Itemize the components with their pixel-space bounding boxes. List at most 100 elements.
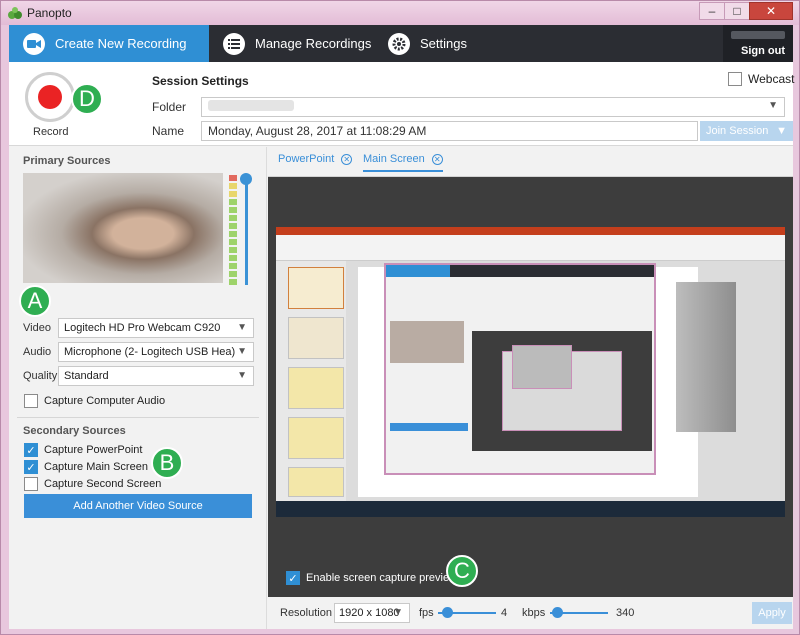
preview-panel: PowerPoint ✕ Main Screen ✕ ✓ Enable scre…: [268, 147, 793, 629]
captured-taskbar: [276, 501, 785, 517]
enable-preview-option[interactable]: ✓ Enable screen capture preview: [286, 571, 457, 585]
capture-second-screen-checkbox[interactable]: [24, 477, 38, 491]
tab-main-screen[interactable]: Main Screen ✕: [363, 153, 443, 172]
top-nav: Create New Recording Manage Recordings S…: [9, 25, 793, 62]
session-name-input[interactable]: Monday, August 28, 2017 at 11:08:29 AM: [201, 121, 698, 141]
primary-sources-title: Primary Sources: [23, 155, 111, 167]
capture-powerpoint-label: Capture PowerPoint: [44, 444, 143, 456]
minimize-button[interactable]: –: [699, 2, 725, 20]
video-source-value: Logitech HD Pro Webcam C920: [64, 322, 221, 334]
video-source-select[interactable]: Logitech HD Pro Webcam C920 ▼: [58, 318, 254, 338]
chevron-down-icon: ▼: [237, 370, 247, 381]
record-button[interactable]: [25, 72, 75, 122]
tab-label: Create New Recording: [55, 36, 187, 51]
folder-select[interactable]: ▼: [201, 97, 785, 117]
close-tab-icon[interactable]: ✕: [341, 153, 353, 165]
tab-manage-recordings[interactable]: Manage Recordings: [209, 25, 374, 62]
apply-button[interactable]: Apply: [752, 602, 792, 624]
captured-slide-graphic: [676, 282, 736, 432]
fps-value: 4: [501, 607, 508, 619]
kbps-value: 340: [616, 607, 635, 619]
capture-main-screen-label: Capture Main Screen: [44, 461, 148, 473]
capture-computer-audio-label: Capture Computer Audio: [44, 395, 166, 407]
title-bar[interactable]: Panopto – □ ✕: [1, 1, 799, 25]
capture-powerpoint-checkbox[interactable]: ✓: [24, 443, 38, 457]
video-label: Video: [23, 322, 51, 334]
section-divider: [17, 417, 259, 418]
captured-slide-thumb: [288, 467, 344, 497]
resolution-select[interactable]: 1920 x 1080 ▼: [334, 603, 410, 623]
chevron-down-icon: ▼: [393, 607, 403, 618]
kbps-label: kbps: [522, 607, 546, 619]
capture-settings-bar: Resolution 1920 x 1080 ▼ fps 4 kbps 340 …: [268, 597, 793, 629]
close-tab-icon[interactable]: ✕: [431, 153, 443, 165]
captured-recorder-button: [390, 423, 468, 431]
captured-ribbon: [276, 235, 785, 261]
maximize-button[interactable]: □: [724, 2, 750, 20]
fps-label: fps: [419, 607, 434, 619]
panopto-logo-icon: [8, 7, 22, 19]
webcast-option[interactable]: Webcast: [728, 72, 794, 86]
audio-label: Audio: [23, 346, 52, 358]
chevron-down-icon: ▼: [776, 125, 787, 137]
folder-label: Folder: [152, 100, 187, 114]
capture-main-screen-option[interactable]: ✓ Capture Main Screen: [24, 460, 148, 474]
enable-preview-checkbox[interactable]: ✓: [286, 571, 300, 585]
audio-source-select[interactable]: Microphone (2- Logitech USB Hea) ▼: [58, 342, 254, 362]
tab-powerpoint[interactable]: PowerPoint ✕: [278, 153, 353, 165]
resolution-value: 1920 x 1080: [339, 607, 400, 619]
folder-value-redacted: [208, 100, 294, 111]
capture-computer-audio-checkbox[interactable]: [24, 394, 38, 408]
tab-create-new-recording[interactable]: Create New Recording: [9, 25, 209, 62]
capture-main-screen-checkbox[interactable]: ✓: [24, 460, 38, 474]
audio-level-meter: [229, 175, 237, 285]
tab-label: PowerPoint: [278, 153, 335, 165]
quality-label: Quality: [23, 370, 58, 382]
fps-slider-knob[interactable]: [442, 607, 453, 618]
captured-recorder-window: [384, 263, 656, 475]
preview-tabs: PowerPoint ✕ Main Screen ✕: [268, 147, 793, 177]
chevron-down-icon: ▼: [237, 322, 247, 333]
capture-second-screen-option[interactable]: Capture Second Screen: [24, 477, 161, 491]
kbps-slider-knob[interactable]: [552, 607, 563, 618]
window-title: Panopto: [27, 6, 72, 20]
captured-title-strip: [276, 227, 785, 235]
captured-nested-window: [512, 345, 572, 389]
callout-badge-b: B: [151, 447, 183, 479]
secondary-sources-title: Secondary Sources: [23, 425, 126, 437]
tab-label: Main Screen: [363, 153, 425, 165]
captured-recorder-preview: [472, 331, 652, 451]
quality-value: Standard: [64, 370, 109, 382]
screen-capture-preview: ✓ Enable screen capture preview C: [268, 177, 793, 597]
tab-settings[interactable]: Settings: [374, 25, 494, 62]
app-window: Panopto – □ ✕ Create New Recording Manag…: [0, 0, 800, 635]
camera-icon: [23, 32, 45, 55]
record-dot-icon: [38, 85, 62, 109]
webcam-preview: [23, 173, 223, 283]
captured-slide-thumb: [288, 417, 344, 459]
webcast-checkbox[interactable]: [728, 72, 742, 86]
captured-slide-thumb: [288, 267, 344, 309]
close-button[interactable]: ✕: [749, 2, 793, 20]
app-client: Create New Recording Manage Recordings S…: [9, 25, 794, 629]
join-session-button[interactable]: Join Session ▼: [700, 121, 793, 141]
enable-preview-label: Enable screen capture preview: [306, 572, 458, 584]
capture-computer-audio-option[interactable]: Capture Computer Audio: [24, 394, 165, 408]
captured-slide-thumb: [288, 317, 344, 359]
add-another-video-source-button[interactable]: Add Another Video Source: [24, 494, 252, 518]
tab-label: Manage Recordings: [255, 36, 372, 51]
record-label: Record: [33, 126, 69, 138]
sources-panel: Primary Sources A Video Logitech HD Pro …: [9, 147, 267, 629]
audio-gain-slider-knob[interactable]: [240, 173, 252, 185]
audio-source-value: Microphone (2- Logitech USB Hea): [64, 346, 236, 358]
quality-select[interactable]: Standard ▼: [58, 366, 254, 386]
captured-slide-list: [276, 261, 346, 501]
sign-out-area[interactable]: Sign out: [723, 25, 793, 62]
sign-out-link[interactable]: Sign out: [741, 45, 785, 57]
captured-slide-thumb: [288, 367, 344, 409]
join-session-label: Join Session: [706, 125, 769, 137]
audio-gain-slider[interactable]: [245, 177, 248, 285]
tab-label: Settings: [420, 36, 467, 51]
chevron-down-icon: ▼: [768, 100, 778, 111]
capture-powerpoint-option[interactable]: ✓ Capture PowerPoint: [24, 443, 142, 457]
